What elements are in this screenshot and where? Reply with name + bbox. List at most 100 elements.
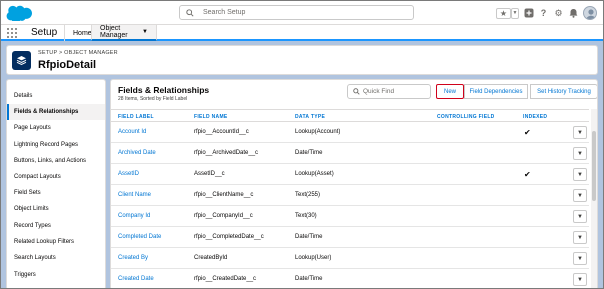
field-label-link[interactable]: Created By: [118, 255, 148, 261]
field-label-link[interactable]: AssetID: [118, 171, 139, 177]
salesforce-logo[interactable]: [6, 4, 32, 21]
page-title: RfpioDetail: [38, 59, 97, 71]
context-bar: Setup Home Object Manager ▼: [1, 25, 603, 41]
column-header-indexed[interactable]: INDEXED: [523, 114, 547, 120]
field-label-link[interactable]: Company Id: [118, 213, 150, 219]
sidebar-item-buttons-links-actions[interactable]: Buttons, Links, and Actions: [7, 153, 105, 169]
tab-object-manager[interactable]: Object Manager ▼: [91, 25, 157, 41]
field-label-link[interactable]: Client Name: [118, 192, 151, 198]
star-icon[interactable]: ★: [496, 7, 511, 19]
sidebar-item-label: Page Layouts: [14, 125, 51, 131]
indexed-check-icon: ✔: [524, 170, 531, 179]
sidebar-item-field-sets[interactable]: Field Sets: [7, 185, 105, 201]
field-name: rfpio__CompanyId__c: [194, 213, 253, 219]
field-dependencies-button[interactable]: Field Dependencies: [464, 84, 528, 99]
field-name: AssetID__c: [194, 171, 225, 177]
scrollbar-thumb[interactable]: [592, 131, 596, 201]
table-row: Client Name rfpio__ClientName__c Text(255)…: [111, 186, 589, 206]
sidebar-item-record-types[interactable]: Record Types: [7, 218, 105, 234]
indexed-check-icon: ✔: [524, 128, 531, 137]
data-type: Lookup(User): [295, 255, 332, 261]
sidebar-item-compact-layouts[interactable]: Compact Layouts: [7, 169, 105, 185]
sidebar-item-triggers[interactable]: Triggers: [7, 267, 105, 283]
field-name: rfpio__ClientName__c: [194, 192, 254, 198]
table-row: Created Date rfpio__CreatedDate__c Date/Ti…: [111, 270, 589, 288]
sidebar-item-lightning-record-pages[interactable]: Lightning Record Pages: [7, 137, 105, 153]
sidebar-item-page-layouts[interactable]: Page Layouts: [7, 120, 105, 136]
row-actions-button[interactable]: ▼: [573, 189, 587, 202]
tab-label: Home: [73, 29, 92, 37]
sidebar-item-related-lookup-filters[interactable]: Related Lookup Filters: [7, 234, 105, 250]
search-icon: [186, 9, 194, 17]
table-header: FIELD LABEL FIELD NAME DATA TYPE CONTROL…: [111, 109, 589, 122]
gear-icon[interactable]: ⚙: [553, 8, 564, 19]
global-header: Search Setup ★ ▼ ? ⚙: [1, 1, 603, 25]
row-actions-button[interactable]: ▼: [573, 168, 587, 181]
app-launcher-icon[interactable]: [7, 28, 17, 38]
field-label-link[interactable]: Created Date: [118, 276, 154, 282]
row-actions-button[interactable]: ▼: [573, 273, 587, 286]
section-title: Fields & Relationships: [118, 85, 210, 95]
scrollbar[interactable]: [591, 109, 597, 288]
search-icon: [353, 88, 360, 95]
chevron-down-icon[interactable]: ▼: [142, 29, 148, 35]
sidebar-item-label: Buttons, Links, and Actions: [14, 158, 87, 164]
sidebar-item-label: Lightning Record Pages: [14, 142, 79, 148]
object-icon: [12, 51, 31, 70]
field-name: rfpio__ArchivedDate__c: [194, 150, 259, 156]
table-row: Account Id rfpio__AccountId__c Lookup(Acco…: [111, 123, 589, 143]
field-name: rfpio__CreatedDate__c: [194, 276, 257, 282]
table-row: Company Id rfpio__CompanyId__c Text(30) ▼: [111, 207, 589, 227]
chevron-down-icon[interactable]: ▼: [511, 7, 519, 19]
row-actions-button[interactable]: ▼: [573, 126, 587, 139]
item-count: 28 Items, Sorted by Field Label: [118, 96, 188, 102]
quick-find-input[interactable]: Quick Find: [347, 84, 431, 99]
table-row: AssetID AssetID__c Lookup(Asset) ✔ ▼: [111, 165, 589, 185]
sidebar-item-label: Triggers: [14, 272, 36, 278]
quick-find-placeholder: Quick Find: [363, 88, 395, 95]
row-actions-button[interactable]: ▼: [573, 231, 587, 244]
data-type: Text(30): [295, 213, 317, 219]
plus-icon[interactable]: [523, 8, 534, 19]
tab-label: Object Manager: [100, 25, 128, 39]
data-type: Date/Time: [295, 234, 323, 240]
field-name: CreatedById: [194, 255, 228, 261]
chevron-down-icon: ▼: [577, 171, 583, 178]
set-history-tracking-button[interactable]: Set History Tracking: [530, 84, 597, 99]
row-actions-button[interactable]: ▼: [573, 252, 587, 265]
sidebar-item-details[interactable]: Details: [7, 88, 105, 104]
sidebar-item-search-layouts[interactable]: Search Layouts: [7, 250, 105, 266]
field-label-link[interactable]: Completed Date: [118, 234, 161, 240]
sidebar-item-object-limits[interactable]: Object Limits: [7, 201, 105, 217]
breadcrumb[interactable]: SETUP > OBJECT MANAGER: [38, 50, 118, 56]
new-button[interactable]: New: [436, 84, 464, 99]
column-header-controlling-field[interactable]: CONTROLLING FIELD: [437, 114, 495, 120]
sidebar-item-label: Related Lookup Filters: [14, 239, 75, 245]
fields-relationships-panel: Fields & Relationships 28 Items, Sorted …: [110, 79, 598, 288]
column-header-field-label[interactable]: FIELD LABEL: [118, 114, 154, 120]
search-placeholder: Search Setup: [203, 9, 246, 16]
avatar[interactable]: [583, 6, 597, 20]
bell-icon[interactable]: [568, 8, 579, 19]
global-search-input[interactable]: Search Setup: [179, 5, 414, 20]
table-row: Archived Date rfpio__ArchivedDate__c Date/…: [111, 144, 589, 164]
field-name: rfpio__AccountId__c: [194, 129, 249, 135]
table-row: Created By CreatedById Lookup(User) ▼: [111, 249, 589, 269]
app-window: Search Setup ★ ▼ ? ⚙ Setup Home Object M…: [0, 0, 604, 289]
field-label-link[interactable]: Account Id: [118, 129, 146, 135]
sidebar-item-label: Field Sets: [14, 190, 41, 196]
sidebar-item-label: Search Layouts: [14, 255, 56, 261]
column-header-field-name[interactable]: FIELD NAME: [194, 114, 228, 120]
sidebar-item-label: Details: [14, 93, 33, 99]
sidebar-item-fields-relationships[interactable]: Fields & Relationships: [7, 104, 105, 120]
help-icon[interactable]: ?: [538, 8, 549, 19]
field-label-link[interactable]: Archived Date: [118, 150, 156, 156]
data-type: Lookup(Asset): [295, 171, 334, 177]
sidebar-item-label: Fields & Relationships: [14, 109, 79, 115]
chevron-down-icon: ▼: [577, 276, 583, 283]
column-header-data-type[interactable]: DATA TYPE: [295, 114, 325, 120]
data-type: Lookup(Account): [295, 129, 341, 135]
chevron-down-icon: ▼: [577, 192, 583, 199]
row-actions-button[interactable]: ▼: [573, 210, 587, 223]
row-actions-button[interactable]: ▼: [573, 147, 587, 160]
